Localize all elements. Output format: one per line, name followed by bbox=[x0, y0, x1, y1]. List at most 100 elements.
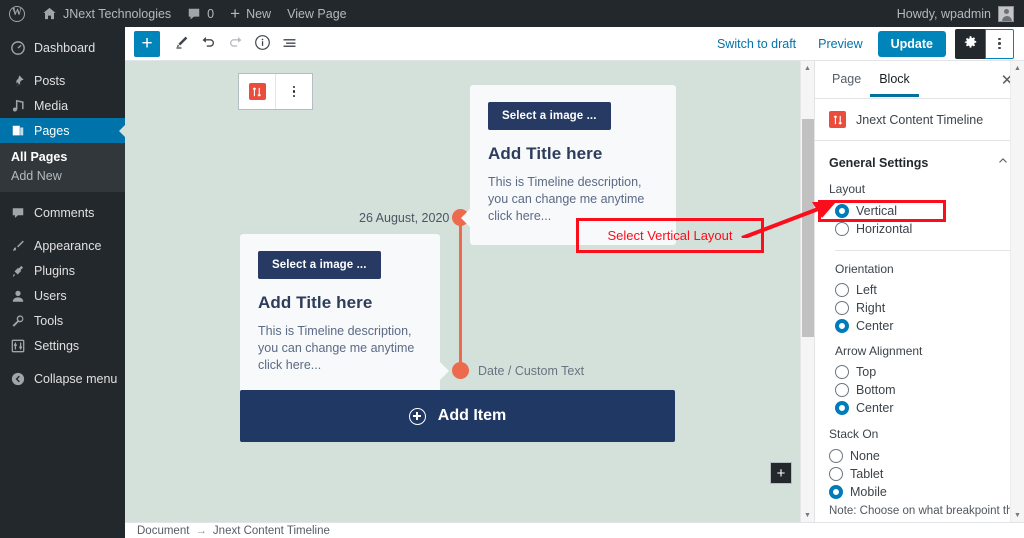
sidebar-item-pages[interactable]: Pages bbox=[0, 118, 126, 143]
settings-toggle-button[interactable] bbox=[955, 28, 985, 59]
timeline-item-description[interactable]: This is Timeline description, you can ch… bbox=[258, 323, 422, 374]
radio-orientation-right[interactable]: Right bbox=[815, 299, 1024, 317]
block-settings-menu-button[interactable] bbox=[275, 74, 312, 109]
comments-button[interactable]: 0 bbox=[179, 0, 222, 27]
scroll-up-arrow-icon[interactable]: ▲ bbox=[1011, 61, 1024, 75]
timeline-item-date[interactable]: 26 August, 2020 bbox=[359, 211, 449, 225]
panel-title: General Settings bbox=[829, 155, 929, 170]
tab-page[interactable]: Page bbox=[823, 63, 870, 97]
my-account-menu[interactable]: Howdy, wpadmin bbox=[897, 0, 1024, 27]
sidebar-scrollbar[interactable]: ▲ ▼ bbox=[1010, 61, 1024, 522]
plus-icon: + bbox=[141, 33, 153, 54]
radio-arrow-bottom[interactable]: Bottom bbox=[815, 381, 1024, 399]
sidebar-item-settings[interactable]: Settings bbox=[0, 333, 125, 358]
scroll-down-arrow-icon[interactable]: ▼ bbox=[801, 508, 814, 522]
select-image-button[interactable]: Select a image ... bbox=[258, 251, 381, 279]
sidebar-item-label: Plugins bbox=[34, 263, 75, 278]
radio-icon bbox=[835, 383, 849, 397]
sidebar-item-appearance[interactable]: Appearance bbox=[0, 233, 125, 258]
block-type-button[interactable] bbox=[239, 74, 275, 109]
settings-sliders-icon bbox=[9, 339, 26, 353]
more-options-button[interactable] bbox=[985, 28, 1014, 59]
block-appender-button[interactable]: + bbox=[770, 462, 792, 484]
sidebar-item-posts[interactable]: Posts bbox=[0, 68, 125, 93]
scroll-down-arrow-icon[interactable]: ▼ bbox=[1011, 508, 1024, 522]
sidebar-item-tools[interactable]: Tools bbox=[0, 308, 125, 333]
undo-arrow-icon bbox=[200, 34, 217, 54]
scroll-up-arrow-icon[interactable]: ▲ bbox=[801, 61, 814, 75]
timeline-item-card[interactable]: Select a image ... Add Title here This i… bbox=[240, 234, 449, 394]
pin-icon bbox=[9, 74, 26, 88]
update-button[interactable]: Update bbox=[877, 30, 946, 57]
plus-icon: + bbox=[776, 464, 786, 482]
breadcrumb-root[interactable]: Document bbox=[137, 525, 189, 537]
radio-orientation-center[interactable]: Center bbox=[815, 317, 1024, 335]
radio-icon bbox=[829, 467, 843, 481]
sidebar-item-comments[interactable]: Comments bbox=[0, 200, 125, 225]
wrench-icon bbox=[9, 314, 26, 328]
site-name-button[interactable]: JNext Technologies bbox=[34, 0, 179, 27]
submenu-item-add-new[interactable]: Add New bbox=[0, 167, 125, 186]
block-navigation-button[interactable] bbox=[276, 30, 303, 57]
editor-header-left-tools: + bbox=[125, 30, 303, 57]
radio-stack-tablet[interactable]: Tablet bbox=[815, 465, 1024, 483]
new-content-button[interactable]: + New bbox=[222, 0, 279, 27]
sidebar-item-media[interactable]: Media bbox=[0, 93, 125, 118]
annotation-highlight-box bbox=[818, 200, 946, 222]
select-image-button[interactable]: Select a image ... bbox=[488, 102, 611, 130]
site-name-label: JNext Technologies bbox=[63, 6, 172, 21]
sidebar-item-label: Tools bbox=[34, 313, 64, 328]
radio-arrow-center[interactable]: Center bbox=[815, 399, 1024, 417]
radio-stack-mobile[interactable]: Mobile bbox=[815, 483, 1024, 501]
sidebar-item-dashboard[interactable]: Dashboard bbox=[0, 35, 125, 60]
radio-arrow-top[interactable]: Top bbox=[815, 363, 1024, 381]
gear-icon bbox=[963, 35, 978, 53]
editor-canvas[interactable]: 26 August, 2020 Date / Custom Text Selec… bbox=[125, 61, 800, 522]
jnext-content-timeline-block[interactable]: 26 August, 2020 Date / Custom Text Selec… bbox=[125, 61, 800, 522]
undo-button[interactable] bbox=[195, 30, 222, 57]
edit-mode-button[interactable] bbox=[168, 30, 195, 57]
sidebar-item-label: Users bbox=[34, 288, 67, 303]
radio-label: Tablet bbox=[850, 467, 884, 481]
switch-to-draft-button[interactable]: Switch to draft bbox=[706, 37, 807, 51]
preview-button[interactable]: Preview bbox=[807, 37, 873, 51]
sidebar-item-plugins[interactable]: Plugins bbox=[0, 258, 125, 283]
submenu-item-all-pages[interactable]: All Pages bbox=[0, 148, 125, 167]
orientation-group-label: Orientation bbox=[835, 262, 894, 276]
arrow-alignment-group-label: Arrow Alignment bbox=[835, 344, 923, 358]
content-info-button[interactable] bbox=[249, 30, 276, 57]
breadcrumb-current[interactable]: Jnext Content Timeline bbox=[213, 525, 330, 537]
howdy-label: Howdy, wpadmin bbox=[896, 6, 991, 21]
dashboard-icon bbox=[9, 40, 26, 55]
menu-spacer bbox=[0, 192, 125, 200]
timeline-item-date[interactable]: Date / Custom Text bbox=[478, 364, 584, 378]
jnext-timeline-icon bbox=[248, 83, 266, 100]
radio-label: Right bbox=[856, 301, 886, 315]
sidebar-item-users[interactable]: Users bbox=[0, 283, 125, 308]
radio-layout-horizontal[interactable]: Horizontal bbox=[815, 220, 1024, 238]
collapse-arrow-icon bbox=[9, 372, 26, 386]
redo-button[interactable] bbox=[222, 30, 249, 57]
timeline-item-title[interactable]: Add Title here bbox=[258, 293, 422, 313]
annotation-text: Select Vertical Layout bbox=[607, 228, 733, 243]
tab-block[interactable]: Block bbox=[870, 63, 919, 97]
add-item-button[interactable]: Add Item bbox=[240, 390, 675, 442]
block-inserter-button[interactable]: + bbox=[134, 30, 160, 57]
canvas-scrollbar[interactable]: ▲ ▼ bbox=[800, 61, 814, 522]
sidebar-item-label: Settings bbox=[34, 338, 80, 353]
general-settings-panel-header[interactable]: General Settings bbox=[815, 141, 1024, 182]
scrollbar-thumb[interactable] bbox=[802, 119, 814, 337]
radio-orientation-left[interactable]: Left bbox=[815, 281, 1024, 299]
radio-stack-none[interactable]: None bbox=[815, 447, 1024, 465]
sidebar-item-collapse-menu[interactable]: Collapse menu bbox=[0, 366, 125, 391]
sidebar-item-label: Dashboard bbox=[34, 40, 96, 55]
timeline-item-title[interactable]: Add Title here bbox=[488, 144, 658, 164]
vertical-dots-icon bbox=[292, 85, 296, 98]
wordpress-logo-button[interactable]: W bbox=[0, 0, 34, 27]
radio-label: Bottom bbox=[856, 383, 896, 397]
menu-spacer bbox=[0, 60, 125, 68]
view-page-button[interactable]: View Page bbox=[279, 0, 355, 27]
radio-label: Center bbox=[856, 319, 894, 333]
settings-tabs: Page Block ✕ bbox=[815, 61, 1024, 99]
